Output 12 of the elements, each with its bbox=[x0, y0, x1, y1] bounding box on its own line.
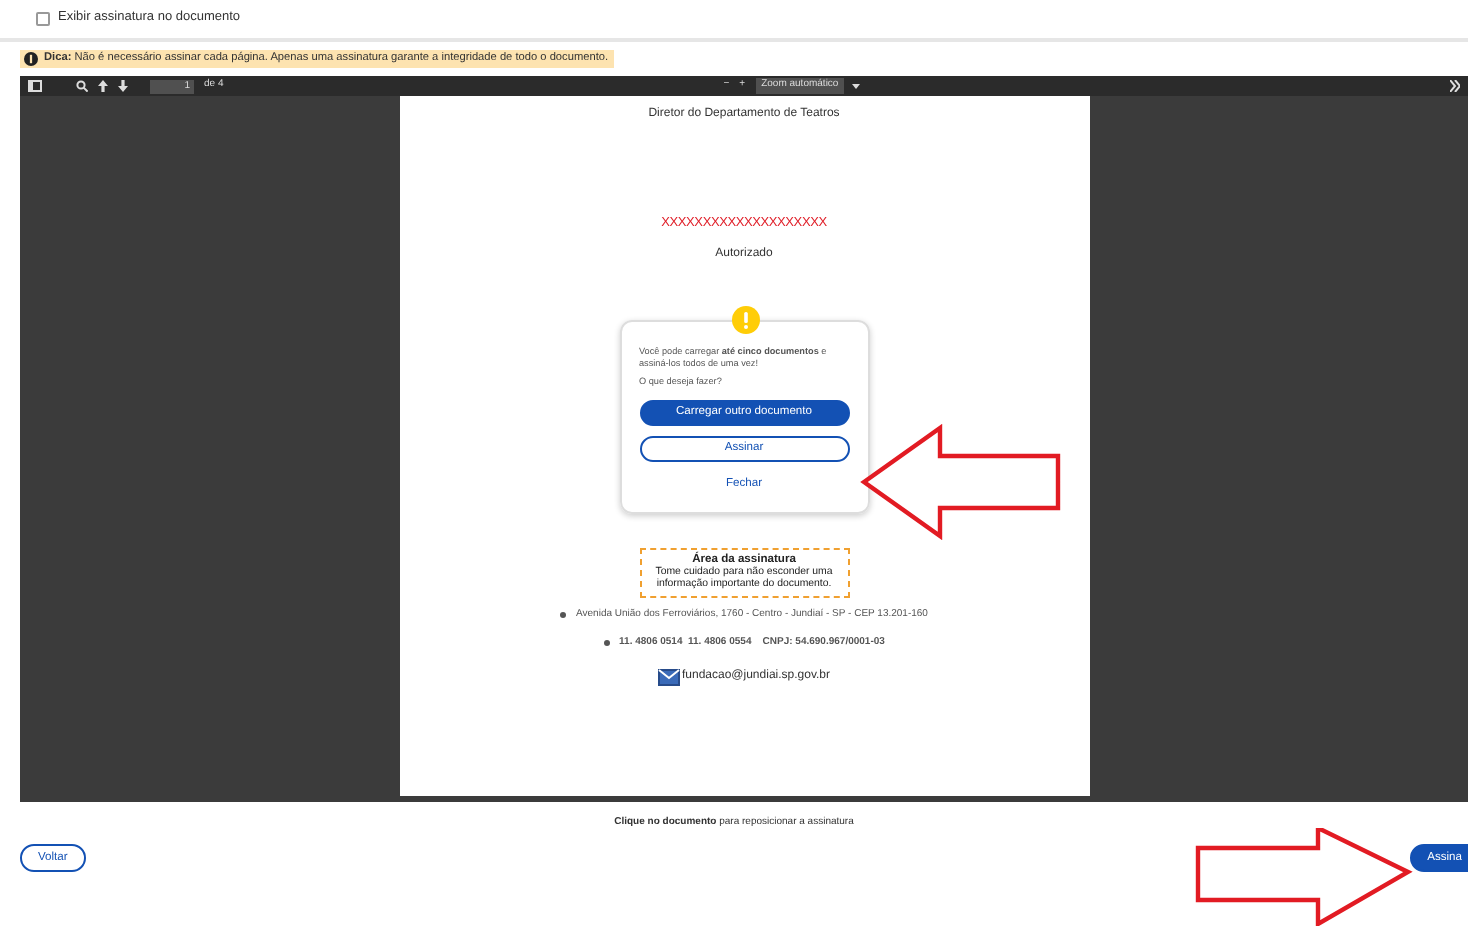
caret-icon bbox=[852, 82, 861, 90]
document-page[interactable] bbox=[399, 96, 1089, 796]
bullet-icon bbox=[603, 640, 610, 647]
warning-icon bbox=[731, 305, 759, 334]
sidebar-icon[interactable] bbox=[28, 80, 42, 92]
down-arrow-icon[interactable] bbox=[118, 80, 128, 92]
checkbox[interactable] bbox=[36, 12, 50, 26]
up-arrow-icon[interactable] bbox=[98, 80, 108, 92]
bullet-icon bbox=[560, 611, 567, 618]
more-tools-icon[interactable] bbox=[1450, 80, 1460, 92]
envelope-icon bbox=[657, 667, 680, 686]
search-icon[interactable] bbox=[76, 80, 88, 92]
